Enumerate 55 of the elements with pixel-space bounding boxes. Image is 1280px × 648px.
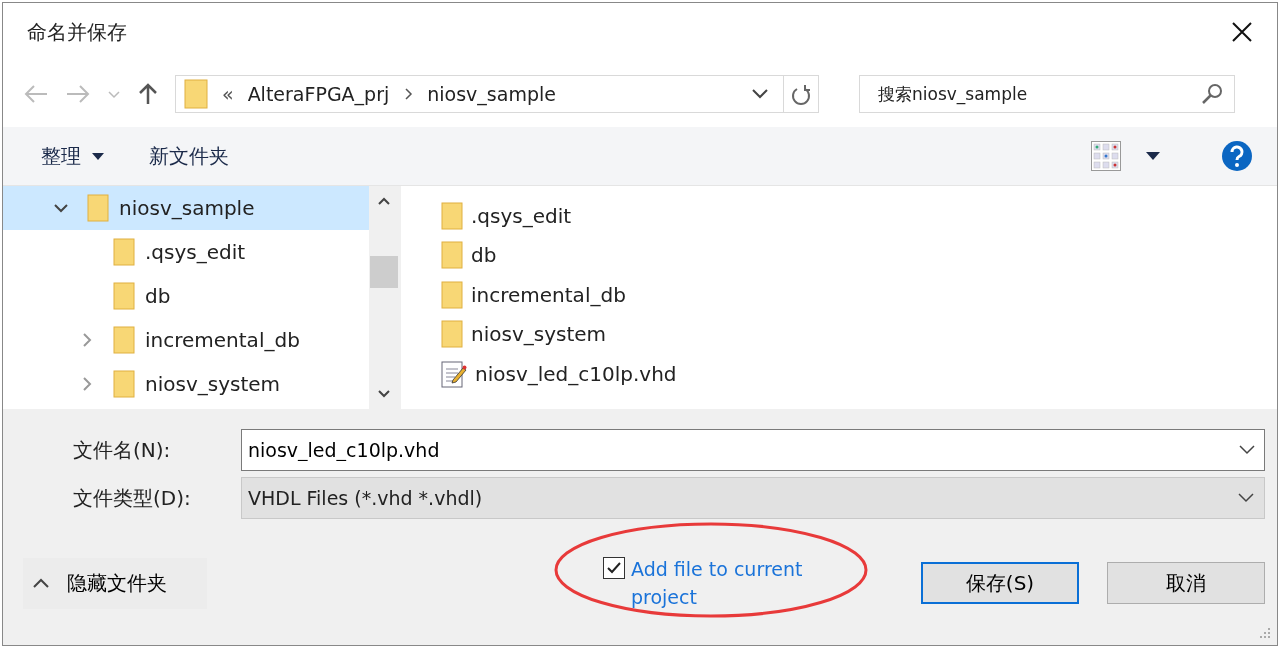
address-bar[interactable]: « AlteraFPGA_prj niosv_sample <box>175 75 819 113</box>
path-overflow[interactable]: « <box>222 83 234 105</box>
help-icon[interactable] <box>1221 140 1253 172</box>
folder-icon <box>441 201 463 230</box>
folder-icon <box>113 326 135 354</box>
organize-menu-button[interactable]: 整理 <box>31 138 115 174</box>
file-type-dropdown[interactable]: VHDL Files (*.vhd *.vhdl) <box>241 477 1265 519</box>
resize-grip-icon[interactable] <box>1259 627 1271 639</box>
view-grid-icon[interactable] <box>1091 141 1121 171</box>
folder-icon <box>113 370 135 398</box>
window-title: 命名并保存 <box>27 18 127 46</box>
filename-field[interactable]: niosv_led_c10lp.vhd <box>241 429 1265 471</box>
scroll-down-icon[interactable] <box>377 389 391 399</box>
hide-folders-button[interactable]: 隐藏文件夹 <box>23 557 207 609</box>
up-arrow-icon[interactable] <box>137 82 159 106</box>
caret-icon <box>91 151 105 161</box>
folder-icon <box>441 280 463 309</box>
folder-icon <box>184 79 208 109</box>
filename-label: 文件名(N): <box>73 436 172 464</box>
folder-icon <box>113 282 135 310</box>
file-type-label: 文件类型(D): <box>73 484 192 512</box>
file-item[interactable]: db <box>441 235 497 275</box>
file-item[interactable]: .qsys_edit <box>441 196 572 236</box>
tree-item[interactable]: .qsys_edit <box>3 230 369 274</box>
tree-item[interactable]: niosv_system <box>3 362 369 406</box>
new-folder-button[interactable]: 新文件夹 <box>139 138 239 174</box>
scroll-thumb[interactable] <box>370 256 398 288</box>
cancel-button[interactable]: 取消 <box>1107 562 1265 604</box>
search-icon <box>1201 83 1223 105</box>
breadcrumb[interactable]: niosv_sample <box>427 83 556 105</box>
tree-item[interactable]: incremental_db <box>3 318 369 362</box>
chevron-down-icon[interactable] <box>751 88 769 100</box>
folder-icon <box>87 194 109 222</box>
breadcrumb[interactable]: AlteraFPGA_prj <box>247 83 390 105</box>
chevron-down-icon[interactable] <box>1238 493 1254 503</box>
refresh-icon <box>791 83 811 105</box>
close-icon[interactable] <box>1231 21 1253 43</box>
caret-icon[interactable] <box>1145 151 1161 161</box>
folder-icon <box>441 320 463 349</box>
file-item[interactable]: incremental_db <box>441 275 626 315</box>
chevron-right-icon[interactable] <box>403 87 414 101</box>
folder-icon <box>441 241 463 270</box>
file-item[interactable]: niosv_system <box>441 314 607 354</box>
checkbox[interactable] <box>603 557 625 579</box>
scrollbar[interactable] <box>369 186 399 409</box>
search-field[interactable]: 搜索niosv_sample <box>859 75 1235 113</box>
save-button[interactable]: 保存(S) <box>921 562 1079 604</box>
document-pencil-icon <box>441 359 467 388</box>
file-item[interactable]: niosv_led_c10lp.vhd <box>441 354 677 394</box>
chevron-down-icon[interactable] <box>1239 445 1255 455</box>
folder-icon <box>113 238 135 266</box>
chevron-up-icon <box>33 578 49 588</box>
tree-item[interactable]: niosv_sample <box>3 186 369 230</box>
tree-item[interactable]: db <box>3 274 369 318</box>
scroll-up-icon[interactable] <box>377 196 391 206</box>
